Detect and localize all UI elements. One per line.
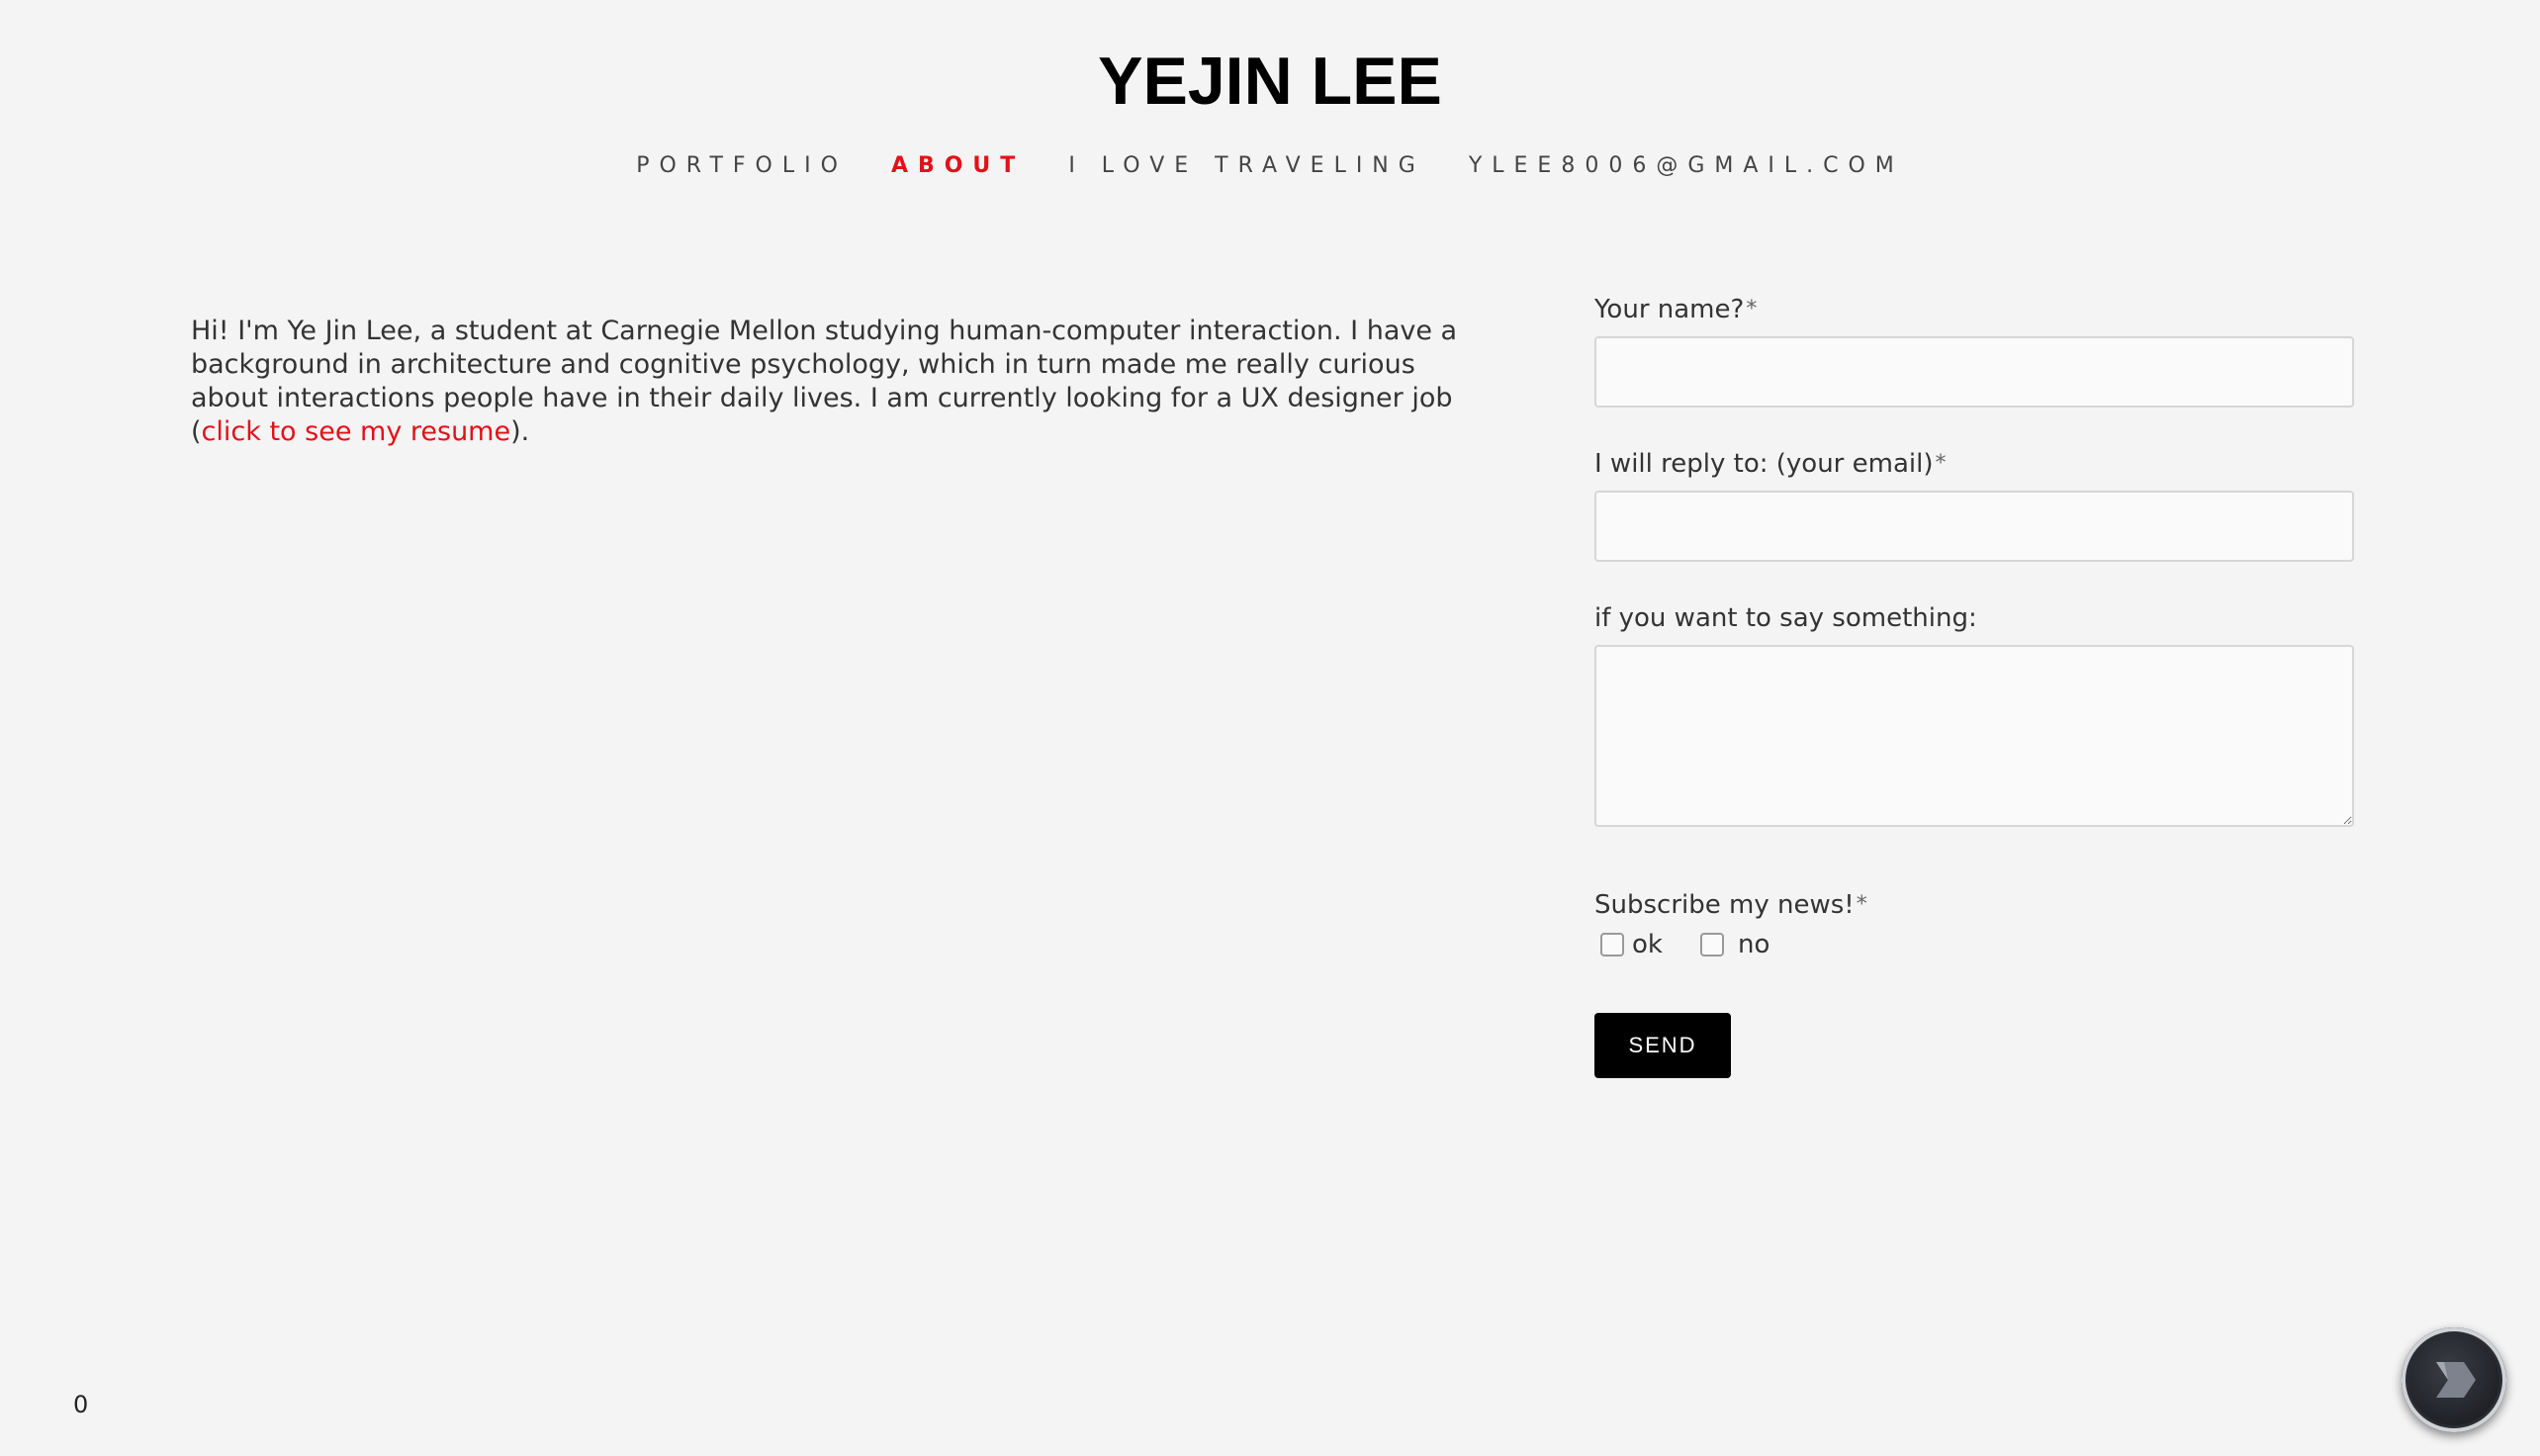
no-checkbox[interactable] [1699,933,1724,956]
subscribe-label-text: Subscribe my news! [1594,890,1855,920]
subscribe-options: ok no [1594,928,2354,961]
email-input[interactable] [1594,491,2354,562]
name-input[interactable] [1594,336,2354,408]
message-textarea[interactable] [1594,645,2354,827]
contact-form: Your name?* I will reply to: (your email… [1594,293,2354,1001]
resume-link[interactable]: click to see my resume [202,416,511,447]
main-nav: PORTFOLIO ABOUT I LOVE TRAVELING YLEE800… [0,148,2540,184]
nav-item-about[interactable]: ABOUT [891,148,1025,184]
site-title[interactable]: YEJIN LEE [0,42,2540,121]
send-button[interactable]: SEND [1594,1013,1731,1078]
message-label: if you want to say something: [1594,603,1977,633]
ok-label: ok [1632,930,1663,959]
nav-item-traveling[interactable]: I LOVE TRAVELING [1068,148,1425,184]
nav-item-email[interactable]: YLEE8006@GMAIL.COM [1469,148,1904,184]
counter: 0 [73,1391,89,1418]
email-group: I will reply to: (your email)* [1594,447,2354,562]
floating-action-button[interactable] [2402,1327,2506,1432]
email-label-text: I will reply to: (your email) [1594,449,1934,479]
message-group: if you want to say something: [1594,601,2354,827]
required-marker: * [1856,892,1867,917]
page: YEJIN LEE PORTFOLIO ABOUT I LOVE TRAVELI… [0,0,2540,1456]
ok-checkbox[interactable] [1600,933,1624,956]
nav-item-portfolio[interactable]: PORTFOLIO [636,148,848,184]
subscribe-label: Subscribe my news!* [1594,888,2354,922]
bio-text-end: ). [510,416,530,447]
bio-paragraph: Hi! I'm Ye Jin Lee, a student at Carnegi… [191,315,1477,449]
name-group: Your name?* [1594,293,2354,408]
required-marker: * [1746,297,1758,321]
subscribe-group: Subscribe my news!* ok no [1594,888,2354,961]
email-label: I will reply to: (your email)* [1594,447,2354,481]
chevron-right-icon [2436,1362,2476,1398]
name-label: Your name?* [1594,293,2354,326]
no-label: no [1737,930,1770,959]
option-no[interactable]: no [1699,928,1770,961]
required-marker: * [1935,451,1947,476]
name-label-text: Your name? [1594,295,1745,324]
option-ok[interactable]: ok [1594,928,1663,961]
